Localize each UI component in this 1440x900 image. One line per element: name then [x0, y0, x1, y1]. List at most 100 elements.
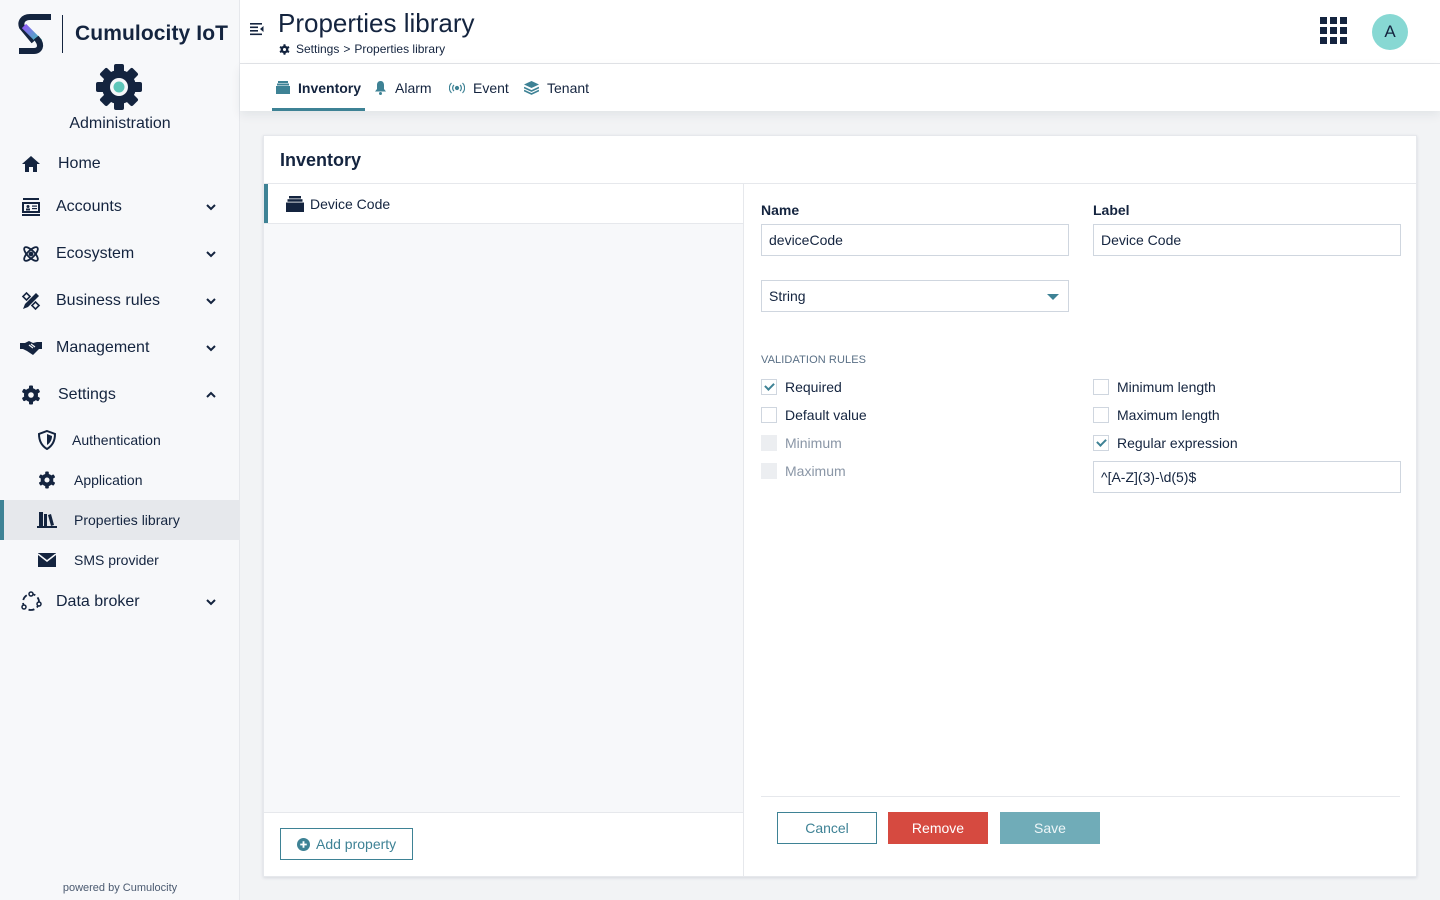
checkbox-label: Minimum	[785, 435, 842, 451]
powered-by-footer: powered by Cumulocity	[62, 882, 178, 894]
default-value-checkbox[interactable]: Default value	[761, 405, 867, 425]
sidebar-item-label: SMS provider	[74, 552, 159, 568]
library-icon	[36, 509, 58, 531]
minimum-checkbox: Minimum	[761, 433, 842, 453]
chevron-down-icon	[206, 345, 216, 352]
user-avatar[interactable]: A	[1372, 14, 1408, 50]
chevron-down-icon	[206, 599, 216, 606]
regular-expression-checkbox[interactable]: Regular expression	[1093, 433, 1238, 453]
sidebar-item-sms-provider[interactable]: SMS provider	[0, 540, 239, 580]
handshake-icon	[20, 337, 42, 359]
remove-button[interactable]: Remove	[888, 812, 988, 844]
sidebar-item-settings[interactable]: Settings	[0, 375, 239, 415]
checkbox-box	[761, 435, 777, 451]
sidebar-item-business-rules[interactable]: Business rules	[0, 281, 239, 321]
tab-tenant[interactable]: Tenant	[524, 64, 589, 111]
chevron-down-icon	[206, 298, 216, 305]
regex-input[interactable]	[1093, 461, 1401, 493]
tab-inventory[interactable]: Inventory	[271, 64, 366, 111]
checkbox-box[interactable]	[761, 407, 777, 423]
save-button[interactable]: Save	[1000, 812, 1100, 844]
brand[interactable]: Cumulocity IoT	[18, 14, 228, 54]
inventory-icon	[276, 81, 290, 94]
checkbox-box[interactable]	[761, 379, 777, 395]
sidebar-item-label: Ecosystem	[56, 245, 135, 262]
brand-name: Cumulocity IoT	[75, 22, 229, 45]
sidebar-item-ecosystem[interactable]: Ecosystem	[0, 234, 239, 274]
app-name: Administration	[69, 115, 171, 132]
data-broker-icon	[20, 591, 42, 613]
atom-icon	[20, 243, 42, 265]
chevron-down-icon	[206, 251, 216, 258]
sidebar-item-accounts[interactable]: Accounts	[0, 187, 239, 227]
checkbox-label: Default value	[785, 407, 867, 423]
property-list: Device Code Add property	[264, 184, 744, 876]
tab-alarm[interactable]: Alarm	[374, 64, 432, 111]
checkbox-box[interactable]	[1093, 379, 1109, 395]
sidebar-item-label: Business rules	[56, 292, 161, 309]
tab-label: Tenant	[547, 79, 590, 96]
accounts-icon	[20, 196, 42, 218]
home-icon	[20, 153, 42, 175]
checkbox-label: Regular expression	[1117, 435, 1238, 451]
checkbox-box[interactable]	[1093, 435, 1109, 451]
gear-icon	[20, 384, 42, 406]
ruler-pencil-icon	[20, 290, 42, 312]
checkbox-label: Maximum length	[1117, 407, 1220, 423]
sidebar-item-authentication[interactable]: Authentication	[0, 420, 239, 460]
sidebar-item-application[interactable]: Application	[0, 460, 239, 500]
maximum-checkbox: Maximum	[761, 461, 846, 481]
type-select[interactable]: String	[761, 280, 1069, 312]
chevron-down-icon	[206, 204, 216, 211]
checkbox-box[interactable]	[1093, 407, 1109, 423]
checkbox-label: Maximum	[785, 463, 846, 479]
sidebar-item-label: Management	[56, 339, 150, 356]
tab-label: Inventory	[298, 79, 362, 96]
cancel-button[interactable]: Cancel	[777, 812, 877, 844]
broadcast-icon	[449, 82, 465, 93]
administration-gear-icon	[96, 64, 142, 110]
label-input[interactable]	[1093, 224, 1401, 256]
name-label: Name	[761, 202, 800, 218]
tab-label: Alarm	[395, 79, 432, 96]
sidebar-item-properties-library[interactable]: Properties library	[0, 500, 239, 540]
gear-icon	[279, 43, 290, 55]
sidebar-item-label: Authentication	[72, 432, 161, 448]
required-checkbox[interactable]: Required	[761, 377, 842, 397]
sidebar-item-management[interactable]: Management	[0, 328, 239, 368]
sidebar-toggle-icon[interactable]	[250, 22, 264, 36]
name-input[interactable]	[761, 224, 1069, 256]
sidebar-item-label: Settings	[58, 386, 116, 403]
sidebar-item-home[interactable]: Home	[0, 144, 239, 184]
layers-icon	[524, 80, 539, 95]
cumulocity-logo-icon	[18, 14, 51, 54]
bell-icon	[375, 80, 386, 95]
divider	[761, 796, 1400, 797]
sidebar-item-label: Accounts	[56, 198, 122, 215]
properties-card: Inventory Device Code Add property Name …	[263, 135, 1417, 877]
chevron-up-icon	[206, 391, 216, 398]
sidebar-item-label: Data broker	[56, 593, 140, 610]
envelope-icon	[36, 549, 58, 571]
checkbox-label: Required	[785, 379, 842, 395]
checkbox-box	[761, 463, 777, 479]
app-switcher-icon[interactable]	[1320, 17, 1348, 45]
breadcrumb-parent[interactable]: Settings	[296, 42, 339, 56]
sidebar-item-label: Home	[58, 155, 101, 172]
gear-icon	[36, 469, 58, 491]
minimum-length-checkbox[interactable]: Minimum length	[1093, 377, 1216, 397]
sidebar: Cumulocity IoT Administration Home Accou…	[0, 0, 240, 900]
maximum-length-checkbox[interactable]: Maximum length	[1093, 405, 1220, 425]
tab-label: Event	[473, 79, 509, 96]
property-list-item[interactable]: Device Code	[264, 184, 743, 224]
shield-icon	[36, 429, 58, 451]
list-footer: Add property	[264, 812, 743, 876]
add-property-button[interactable]: Add property	[280, 828, 414, 860]
sidebar-item-label: Application	[74, 472, 143, 488]
breadcrumb-separator: >	[343, 42, 351, 56]
page-title: Properties library	[278, 8, 475, 38]
plus-circle-icon	[297, 837, 310, 851]
tab-event[interactable]: Event	[449, 64, 509, 111]
sidebar-item-data-broker[interactable]: Data broker	[0, 582, 239, 622]
page-header: Properties library Settings > Properties…	[240, 0, 1440, 64]
